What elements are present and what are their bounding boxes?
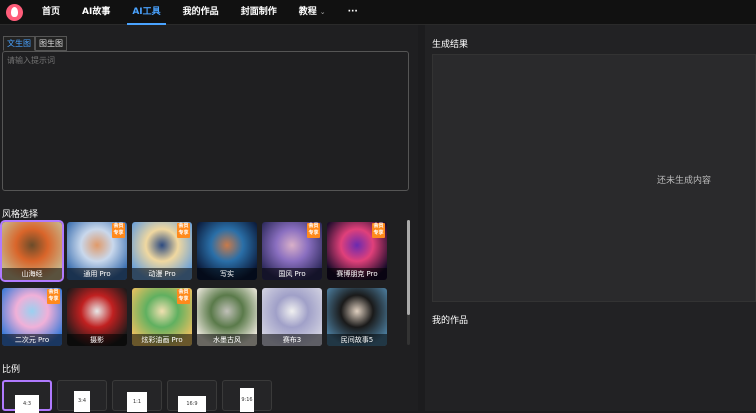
result-preview: 还未生成内容 — [432, 54, 756, 302]
top-nav-bar: 首页 AI故事 AI工具 我的作品 封面制作 教程 ⌄ ··· — [0, 0, 756, 25]
empty-result-text: 还未生成内容 — [656, 176, 711, 186]
ratio-option[interactable]: 4:3 — [2, 380, 52, 413]
nav-item-ai-tools[interactable]: AI工具 — [121, 0, 171, 25]
ratio-shape: 16:9 — [178, 396, 206, 412]
style-scrollbar[interactable] — [407, 220, 410, 345]
generator-panel: 文生图 图生图 风格选择 山海经会员专享通用 Pro会员专享动漫 Pro写实会员… — [0, 25, 418, 413]
style-scrollbar-thumb[interactable] — [407, 220, 410, 315]
my-works-title: 我的作品 — [432, 316, 469, 326]
ratio-shape: 3:4 — [74, 391, 90, 412]
style-label: 赛布3 — [262, 334, 322, 346]
ratio-shape: 4:3 — [15, 395, 39, 413]
nav-item-home[interactable]: 首页 — [31, 0, 71, 25]
vip-badge: 会员 专享 — [372, 223, 385, 238]
ratio-shape: 1:1 — [127, 392, 147, 412]
vip-badge: 会员 专享 — [307, 223, 320, 238]
nav-item-cover-maker[interactable]: 封面制作 — [230, 0, 288, 25]
result-panel: 生成结果 还未生成内容 我的作品 — [425, 25, 756, 411]
style-label: 国风 Pro — [262, 268, 322, 280]
prompt-input[interactable] — [2, 51, 409, 191]
style-card[interactable]: 摄影 — [67, 288, 127, 346]
style-card[interactable]: 会员 专享动漫 Pro — [132, 222, 192, 280]
style-card[interactable]: 山海经 — [0, 220, 64, 282]
style-label: 写实 — [197, 268, 257, 280]
style-card[interactable]: 会员 专享国风 Pro — [262, 222, 322, 280]
nav-item-tutorial-label: 教程 — [298, 6, 317, 17]
mode-tabs: 文生图 图生图 — [3, 36, 67, 51]
result-title: 生成结果 — [432, 40, 469, 50]
style-label: 摄影 — [67, 334, 127, 346]
nav-more-button[interactable]: ··· — [337, 0, 369, 25]
style-label: 民间故事5 — [327, 334, 387, 346]
ratio-section-title: 比例 — [2, 365, 21, 375]
chevron-down-icon: ⌄ — [319, 7, 326, 16]
vip-badge: 会员 专享 — [177, 289, 190, 304]
style-label: 动漫 Pro — [132, 268, 192, 280]
nav-item-tutorial[interactable]: 教程 ⌄ — [288, 0, 337, 25]
ratio-option[interactable]: 16:9 — [167, 380, 217, 412]
tab-text-to-image[interactable]: 文生图 — [3, 36, 35, 51]
ratio-option[interactable]: 1:1 — [112, 380, 162, 412]
style-card[interactable]: 会员 专享二次元 Pro — [2, 288, 62, 346]
style-label: 炫彩油画 Pro — [132, 334, 192, 346]
vip-badge: 会员 专享 — [112, 223, 125, 238]
style-card[interactable]: 民间故事5 — [327, 288, 387, 346]
vip-badge: 会员 专享 — [47, 289, 60, 304]
vip-badge: 会员 专享 — [177, 223, 190, 238]
style-label: 通用 Pro — [67, 268, 127, 280]
nav-item-ai-story[interactable]: AI故事 — [71, 0, 121, 25]
ratio-option[interactable]: 9:16 — [222, 380, 272, 412]
style-label: 二次元 Pro — [2, 334, 62, 346]
tab-image-to-image[interactable]: 图生图 — [35, 36, 67, 51]
ratio-shape: 9:16 — [240, 388, 254, 412]
app-logo[interactable] — [6, 3, 23, 21]
nav-item-my-works[interactable]: 我的作品 — [172, 0, 230, 25]
style-label: 赛博朋克 Pro — [327, 268, 387, 280]
style-card[interactable]: 会员 专享赛博朋克 Pro — [327, 222, 387, 280]
style-card[interactable]: 水墨古风 — [197, 288, 257, 346]
style-card[interactable]: 会员 专享炫彩油画 Pro — [132, 288, 192, 346]
style-section-title: 风格选择 — [2, 210, 39, 220]
style-card[interactable]: 会员 专享通用 Pro — [67, 222, 127, 280]
style-card[interactable]: 写实 — [197, 222, 257, 280]
ratio-option[interactable]: 3:4 — [57, 380, 107, 412]
style-card[interactable]: 赛布3 — [262, 288, 322, 346]
style-label: 水墨古风 — [197, 334, 257, 346]
style-label: 山海经 — [2, 268, 62, 280]
